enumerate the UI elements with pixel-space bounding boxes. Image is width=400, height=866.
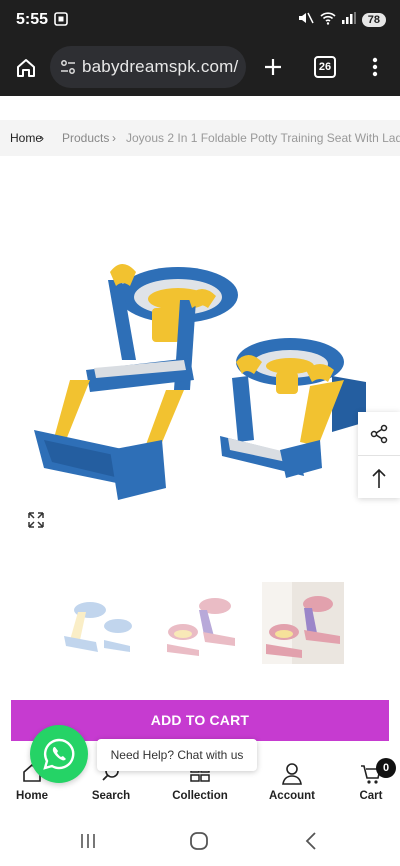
thumbnail-3[interactable] bbox=[262, 582, 344, 664]
nav-cart-label: Cart bbox=[359, 790, 383, 802]
thumbnail-1[interactable] bbox=[56, 582, 138, 664]
nav-account-label: Account bbox=[269, 790, 315, 802]
status-time: 5:55 bbox=[16, 11, 49, 28]
back-icon[interactable] bbox=[302, 830, 320, 852]
breadcrumb-home[interactable]: Home bbox=[10, 131, 42, 145]
signal-icon bbox=[341, 12, 356, 27]
status-bar: 5:55 78 bbox=[0, 0, 400, 40]
home-circle-icon[interactable] bbox=[188, 830, 210, 852]
screen-record-icon bbox=[54, 12, 68, 31]
nav-home-label: Home bbox=[16, 790, 48, 802]
breadcrumb: Home › Products › Joyous 2 In 1 Foldable… bbox=[0, 120, 400, 156]
system-nav-bar bbox=[0, 812, 400, 866]
nav-account[interactable]: Account bbox=[257, 756, 327, 812]
whatsapp-icon bbox=[43, 738, 75, 770]
nav-collection-label: Collection bbox=[172, 790, 228, 802]
nav-search-label: Search bbox=[91, 790, 131, 802]
expand-icon[interactable] bbox=[27, 511, 45, 534]
share-icon[interactable] bbox=[358, 412, 400, 455]
recent-apps-icon[interactable] bbox=[78, 832, 98, 850]
product-main-image[interactable] bbox=[0, 200, 400, 540]
mute-icon bbox=[298, 11, 314, 28]
address-bar[interactable]: babydreamspk.com/ bbox=[50, 46, 246, 88]
thumbnail-2[interactable] bbox=[159, 582, 241, 664]
wifi-icon bbox=[320, 11, 336, 28]
whatsapp-button[interactable] bbox=[30, 725, 88, 783]
new-tab-icon[interactable] bbox=[260, 54, 286, 80]
home-icon[interactable] bbox=[12, 54, 40, 82]
browser-toolbar: babydreamspk.com/ 26 bbox=[0, 40, 400, 96]
breadcrumb-separator: › bbox=[40, 131, 44, 145]
side-tools bbox=[358, 412, 400, 498]
product-thumbnails bbox=[0, 582, 400, 664]
breadcrumb-current: Joyous 2 In 1 Foldable Potty Training Se… bbox=[126, 131, 400, 145]
url-text: babydreamspk.com/ bbox=[82, 57, 239, 76]
scroll-top-icon[interactable] bbox=[358, 455, 400, 499]
cart-count-badge: 0 bbox=[376, 758, 396, 778]
nav-cart[interactable]: 0 Cart bbox=[336, 756, 400, 812]
breadcrumb-separator: › bbox=[112, 131, 116, 145]
battery-indicator: 78 bbox=[361, 12, 386, 27]
more-menu-icon[interactable] bbox=[366, 54, 384, 80]
user-icon bbox=[257, 762, 327, 786]
chat-help-bubble[interactable]: Need Help? Chat with us bbox=[97, 739, 257, 771]
site-settings-icon[interactable] bbox=[60, 59, 76, 75]
tab-switcher-button[interactable]: 26 bbox=[314, 56, 336, 78]
breadcrumb-products[interactable]: Products bbox=[62, 131, 109, 145]
